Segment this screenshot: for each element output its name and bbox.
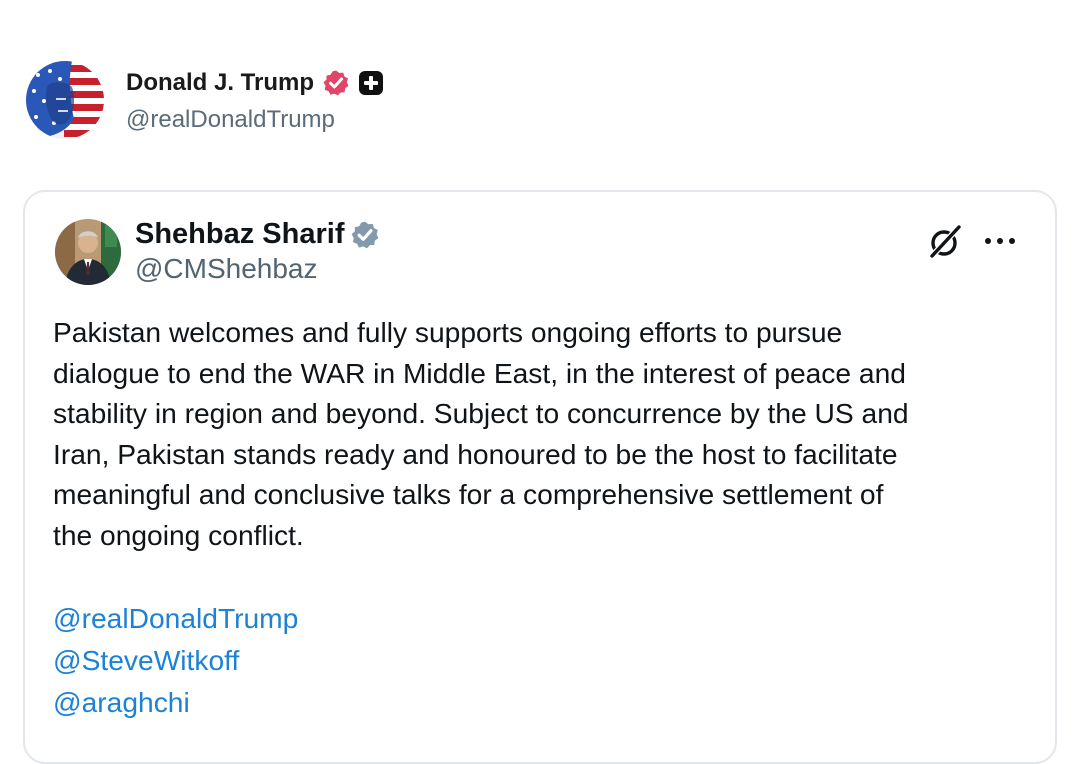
mention-link[interactable]: @realDonaldTrump <box>53 597 298 639</box>
author-handle[interactable]: @realDonaldTrump <box>126 106 384 134</box>
quoted-post-card[interactable]: Shehbaz Sharif @CMShehbaz Pakistan welco… <box>23 190 1057 764</box>
mention-link[interactable]: @araghchi <box>53 681 298 723</box>
avatar[interactable] <box>55 218 121 285</box>
post-text: Pakistan welcomes and fully supports ong… <box>53 316 909 551</box>
grok-icon[interactable] <box>927 224 963 260</box>
more-options-icon[interactable] <box>983 236 1017 246</box>
quoted-author-handle[interactable]: @CMShehbaz <box>135 253 380 285</box>
plus-square-icon <box>359 71 384 95</box>
verified-badge-icon <box>351 221 378 248</box>
post-header: Donald J. Trump @realDonaldTrump <box>26 60 384 140</box>
avatar[interactable] <box>26 61 104 139</box>
mention-link[interactable]: @SteveWitkoff <box>53 639 298 681</box>
mentions-list: @realDonaldTrump @SteveWitkoff @araghchi <box>53 597 298 723</box>
author-name[interactable]: Donald J. Trump <box>126 69 314 97</box>
verified-badge-icon <box>323 70 349 96</box>
quoted-post-header: Shehbaz Sharif @CMShehbaz <box>55 218 380 285</box>
quoted-author-name[interactable]: Shehbaz Sharif <box>135 218 345 251</box>
